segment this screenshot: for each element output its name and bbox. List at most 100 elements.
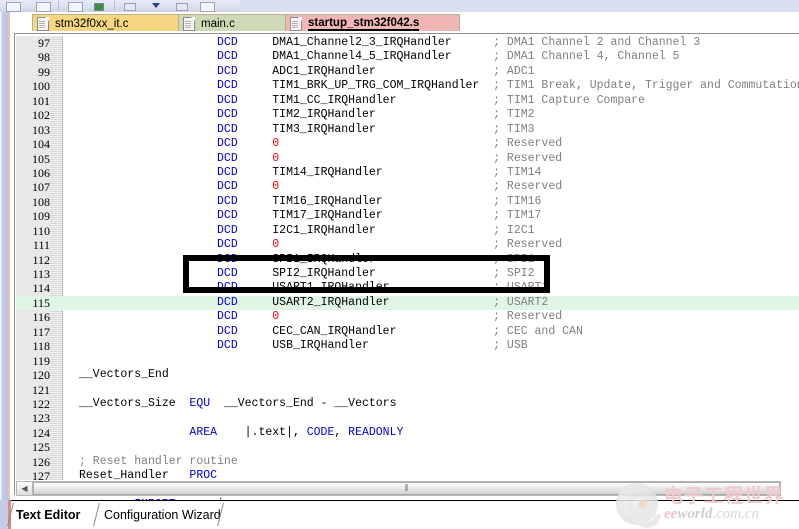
line-number: 99 <box>38 64 50 79</box>
code-line[interactable]: 98 DCD DMA1_Channel4_5_IRQHandler ; DMA1… <box>16 50 799 64</box>
line-number: 123 <box>32 411 50 426</box>
sheet-separator-2 <box>216 503 227 526</box>
code-line-text: DCD USART1_IRQHandler ; USART1 <box>217 281 549 295</box>
line-number: 124 <box>32 425 50 440</box>
line-number: 121 <box>32 382 50 397</box>
line-number: 108 <box>32 194 50 209</box>
line-number: 110 <box>32 223 50 238</box>
code-line[interactable]: 117 DCD CEC_CAN_IRQHandler ; CEC and CAN <box>16 325 799 339</box>
code-line[interactable]: 124 AREA |.text|, CODE, READONLY <box>16 426 799 440</box>
line-number: 97 <box>38 36 50 50</box>
toolbar-separator-1 <box>58 1 59 10</box>
line-number: 104 <box>32 137 50 152</box>
code-line-text: DCD 0 ; Reserved <box>217 151 563 165</box>
file-icon <box>183 17 195 31</box>
code-line[interactable]: 112 DCD SPI1_IRQHandler ; SPI1 <box>16 253 799 267</box>
toolbar-button-3[interactable] <box>68 2 83 12</box>
code-line[interactable]: 101 DCD TIM1_CC_IRQHandler ; TIM1 Captur… <box>16 94 799 108</box>
file-tab-bar: stm32f0xx_it.c main.c startup_stm32f042.… <box>10 12 799 33</box>
line-number: 120 <box>32 368 50 383</box>
code-line-text: DCD CEC_CAN_IRQHandler ; CEC and CAN <box>217 324 583 338</box>
line-number: 114 <box>32 281 50 296</box>
chevron-down-icon[interactable] <box>152 3 160 8</box>
code-line-text: DCD TIM17_IRQHandler ; TIM17 <box>217 209 542 223</box>
code-line[interactable]: 122 __Vectors_Size EQU __Vectors_End - __… <box>16 397 799 411</box>
sheet-separator-1 <box>92 503 103 526</box>
code-line-text: DCD 0 ; Reserved <box>217 180 563 194</box>
code-line-text: DCD ADC1_IRQHandler ; ADC1 <box>217 64 535 78</box>
line-number: 111 <box>32 238 50 253</box>
toolbar-build-icon[interactable] <box>94 3 104 11</box>
line-number: 116 <box>32 310 50 325</box>
code-line-text: DCD USART2_IRQHandler ; USART2 <box>217 295 549 309</box>
line-number: 119 <box>32 353 50 368</box>
horizontal-scroll-thumb[interactable]: ⦀ <box>33 482 780 495</box>
scroll-left-arrow-icon[interactable]: ◀ <box>17 482 33 495</box>
code-line-text: DCD TIM1_BRK_UP_TRG_COM_IRQHandler ; TIM… <box>217 79 799 93</box>
line-number: 113 <box>32 267 50 281</box>
toolbar-button-1[interactable] <box>6 2 21 12</box>
line-number: 126 <box>32 454 50 469</box>
line-number: 105 <box>32 151 50 166</box>
code-line-text: DCD TIM2_IRQHandler ; TIM2 <box>217 108 535 122</box>
code-line[interactable]: 105 DCD 0 ; Reserved <box>16 152 799 166</box>
toolbar-button-6[interactable] <box>200 2 215 12</box>
window-left-border <box>0 12 8 512</box>
code-line-text: DCD DMA1_Channel2_3_IRQHandler ; DMA1 Ch… <box>217 36 701 49</box>
code-line[interactable]: 126 ; Reset handler routine <box>16 455 799 469</box>
toolbar-button-2[interactable] <box>36 2 51 12</box>
sheet-tab-text-editor[interactable]: Text Editor <box>16 506 80 524</box>
line-number: 103 <box>32 122 50 137</box>
code-line[interactable]: 111 DCD 0 ; Reserved <box>16 238 799 252</box>
code-line[interactable]: 123 <box>16 411 799 425</box>
file-icon <box>37 17 49 31</box>
line-number: 107 <box>32 180 50 195</box>
code-line[interactable]: 103 DCD TIM3_IRQHandler ; TIM3 <box>16 123 799 137</box>
code-line-text: DCD 0 ; Reserved <box>217 238 563 252</box>
code-line[interactable]: 100 DCD TIM1_BRK_UP_TRG_COM_IRQHandler ;… <box>16 79 799 93</box>
line-number: 106 <box>32 165 50 180</box>
code-line[interactable]: 120 __Vectors_End <box>16 368 799 382</box>
code-line[interactable]: 108 DCD TIM16_IRQHandler ; TIM16 <box>16 195 799 209</box>
code-line-text: DCD 0 ; Reserved <box>217 310 563 324</box>
code-line[interactable]: 99 DCD ADC1_IRQHandler ; ADC1 <box>16 65 799 79</box>
line-number: 101 <box>32 93 50 108</box>
code-line[interactable]: 116 DCD 0 ; Reserved <box>16 310 799 324</box>
code-line[interactable]: 121 <box>16 383 799 397</box>
line-number: 98 <box>38 50 50 65</box>
code-line[interactable]: 119 <box>16 354 799 368</box>
line-number: 118 <box>32 339 50 354</box>
code-line[interactable]: 107 DCD 0 ; Reserved <box>16 180 799 194</box>
toolbar-separator-2 <box>114 1 115 10</box>
code-line[interactable]: 115 DCD USART2_IRQHandler ; USART2 <box>16 295 799 311</box>
line-number: 112 <box>32 252 50 267</box>
code-line[interactable]: 97 DCD DMA1_Channel2_3_IRQHandler ; DMA1… <box>16 36 799 50</box>
sheet-tab-configuration-wizard[interactable]: Configuration Wizard <box>104 506 221 524</box>
keil-editor-window: stm32f0xx_it.c main.c startup_stm32f042.… <box>0 0 799 529</box>
line-number: 122 <box>32 396 50 411</box>
code-line[interactable]: 102 DCD TIM2_IRQHandler ; TIM2 <box>16 108 799 122</box>
code-line-text: ; Reset handler routine <box>79 454 238 468</box>
horizontal-scrollbar[interactable]: ◀ ⦀ <box>16 481 781 496</box>
line-number: 100 <box>32 79 50 94</box>
code-line[interactable]: 106 DCD TIM14_IRQHandler ; TIM14 <box>16 166 799 180</box>
code-line[interactable]: 113 DCD SPI2_IRQHandler ; SPI2 <box>16 267 799 281</box>
code-line[interactable]: 109 DCD TIM17_IRQHandler ; TIM17 <box>16 209 799 223</box>
code-line-text: AREA |.text|, CODE, READONLY <box>189 425 404 439</box>
file-tab-label: main.c <box>201 18 235 30</box>
code-line-text: DCD SPI1_IRQHandler ; SPI1 <box>217 252 535 266</box>
toolbar-button-4[interactable] <box>124 3 136 11</box>
toolbar-button-5[interactable] <box>176 3 188 11</box>
code-line[interactable]: 110 DCD I2C1_IRQHandler ; I2C1 <box>16 224 799 238</box>
code-line-text: DCD TIM16_IRQHandler ; TIM16 <box>217 194 542 208</box>
code-line[interactable]: 125 <box>16 440 799 454</box>
code-text-area[interactable]: 97 DCD DMA1_Channel2_3_IRQHandler ; DMA1… <box>16 36 799 529</box>
code-line[interactable]: 118 DCD USB_IRQHandler ; USB <box>16 339 799 353</box>
window-left-accent <box>8 12 10 512</box>
code-line-text: __Vectors_Size EQU __Vectors_End - __Vec… <box>79 396 397 410</box>
line-number: 102 <box>32 108 50 123</box>
scroll-grip-icon: ⦀ <box>404 483 409 493</box>
code-line[interactable]: 104 DCD 0 ; Reserved <box>16 137 799 151</box>
toolbar-empty-area <box>240 0 799 12</box>
code-line[interactable]: 114 DCD USART1_IRQHandler ; USART1 <box>16 281 799 295</box>
